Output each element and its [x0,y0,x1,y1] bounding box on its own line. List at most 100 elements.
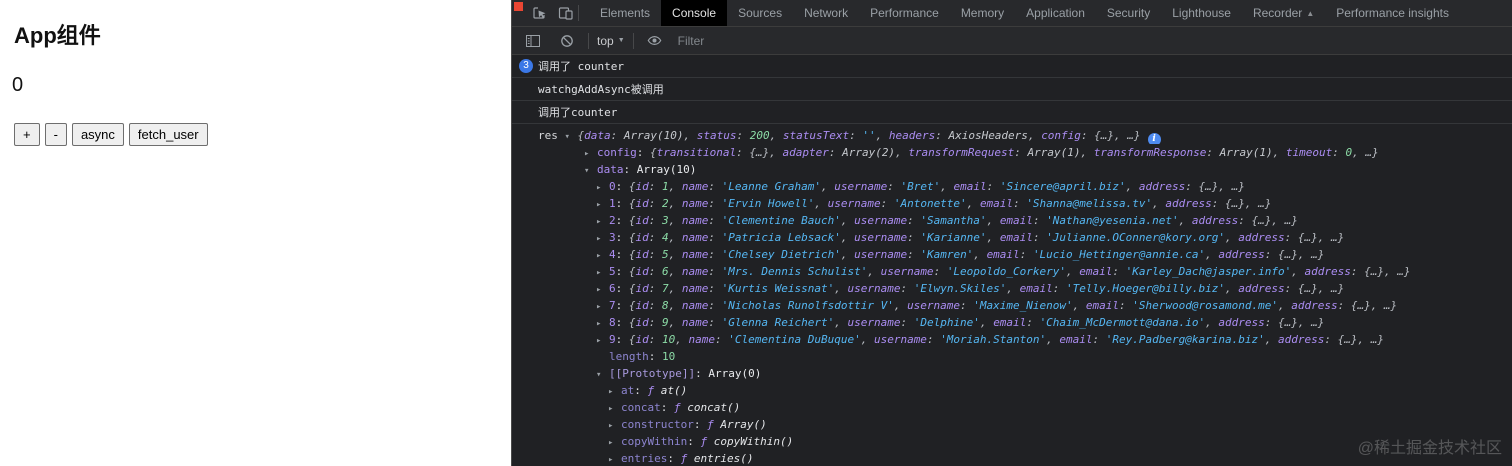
token: : {…}, …} [1350,265,1411,278]
token: : {…}, …} [1284,231,1345,244]
token: : [615,265,629,278]
token: address [1238,231,1285,244]
console-sidebar-icon [526,34,540,47]
token: id [635,265,649,278]
tab-recorder[interactable]: Recorder ▲ [1242,0,1325,26]
disclosure-right-icon[interactable]: ▸ [596,231,609,246]
tab-label: Memory [960,6,1005,20]
token: , [986,214,1000,227]
token: 9 [662,316,669,329]
token: : [708,180,722,193]
info-icon[interactable]: i [1147,133,1161,144]
token: email [986,248,1020,261]
token: Array(1) [1219,146,1273,159]
disclosure-right-icon[interactable]: ▸ [608,452,621,466]
disclosure-right-icon[interactable]: ▸ [596,265,609,280]
tree-row: length: 10 [512,348,1512,365]
execution-context-label: top [597,33,614,48]
token: : [615,180,629,193]
token: 'Chelsey Dietrich' [721,248,841,261]
disclosure-down-icon[interactable]: ▾ [596,367,609,382]
inspect-element-button[interactable] [526,0,552,26]
disclosure-right-icon[interactable]: ▸ [596,214,609,229]
tab-performance[interactable]: Performance [859,0,950,26]
token: name [681,180,709,193]
token: name [688,333,716,346]
token: Array(2) [842,146,896,159]
token: : [648,265,662,278]
token: id [635,299,649,312]
message-text: watchgAddAsync被调用 [538,83,664,96]
console-sidebar-button[interactable] [520,28,546,54]
token: , [1272,146,1286,159]
disclosure-right-icon[interactable]: ▸ [584,146,597,161]
disclosure-right-icon[interactable]: ▸ [596,180,609,195]
toggle-device-toolbar-button[interactable] [552,0,578,26]
token: AxiosHeaders [948,129,1028,142]
disclosure-right-icon[interactable]: ▸ [608,384,621,399]
token: : [615,197,629,210]
tree-row: ▸ at: ƒ at() [512,382,1512,399]
disclosure-right-icon[interactable]: ▸ [608,418,621,433]
disclosure-right-icon[interactable]: ▸ [608,435,621,450]
token: ƒ [674,401,688,414]
disclosure-right-icon[interactable]: ▸ [608,401,621,416]
disclosure-right-icon[interactable]: ▸ [596,282,609,297]
button-increment[interactable]: + [14,123,40,146]
console-message: watchgAddAsync被调用 [512,78,1512,101]
token: transitional [656,146,737,159]
token: : [1032,231,1047,244]
disclosure-down-icon[interactable]: ▾ [565,129,578,144]
token: : [615,231,629,244]
disclosure-down-icon[interactable]: ▾ [584,163,597,178]
tree-row: ▾ data: Array(10) [512,161,1512,178]
token: : [935,129,949,142]
disclosure-right-icon[interactable]: ▸ [596,333,609,348]
disclosure-right-icon[interactable]: ▸ [596,248,609,263]
devtools-panel: Elements Console Sources Network Performance… [511,0,1512,466]
disclosure-right-icon[interactable]: ▸ [596,299,609,314]
token: 2 [662,197,669,210]
tab-application[interactable]: Application [1015,0,1096,26]
tab-network[interactable]: Network [793,0,859,26]
token: 200 [749,129,770,142]
token: 'Maxime_Nienow' [973,299,1073,312]
token: : [687,435,701,448]
clear-console-button[interactable] [554,28,580,54]
token: : [986,180,1000,193]
app-page: App组件 0 + - async fetch_user [0,0,511,466]
tab-performance-insights[interactable]: Performance insights [1325,0,1460,26]
token: : [880,197,894,210]
token: 'Mrs. Dennis Schulist' [721,265,868,278]
token: name [681,231,709,244]
tab-security[interactable]: Security [1096,0,1161,26]
execution-context-selector[interactable]: top ▼ [597,34,625,48]
token: 'Patricia Lebsack' [721,231,841,244]
token: , [1125,180,1139,193]
token: name [681,316,709,329]
tab-console[interactable]: Console [661,0,728,26]
tab-memory[interactable]: Memory [950,0,1015,26]
token: 'Karley_Dach@jasper.info' [1125,265,1292,278]
filter-input[interactable] [675,32,996,49]
disclosure-right-icon[interactable]: ▸ [596,197,609,212]
token: '' [862,129,876,142]
button-decrement[interactable]: - [44,123,67,146]
token: : [648,197,662,210]
token: concat() [687,401,741,414]
tab-elements[interactable]: Elements [589,0,661,26]
button-fetch-user[interactable]: fetch_user [128,123,208,146]
token: username [827,197,881,210]
tab-sources[interactable]: Sources [727,0,793,26]
button-row: + - async fetch_user [14,123,511,146]
token: 9 [609,333,616,346]
token: : [615,299,629,312]
tab-lighthouse[interactable]: Lighthouse [1161,0,1242,26]
token: : [1112,265,1126,278]
token: , [769,129,783,142]
button-async[interactable]: async [71,123,124,146]
disclosure-right-icon[interactable]: ▸ [596,316,609,331]
token: { [628,282,636,295]
token: 'Nicholas Runolfsdottir V' [721,299,894,312]
live-expression-button[interactable] [642,28,668,54]
